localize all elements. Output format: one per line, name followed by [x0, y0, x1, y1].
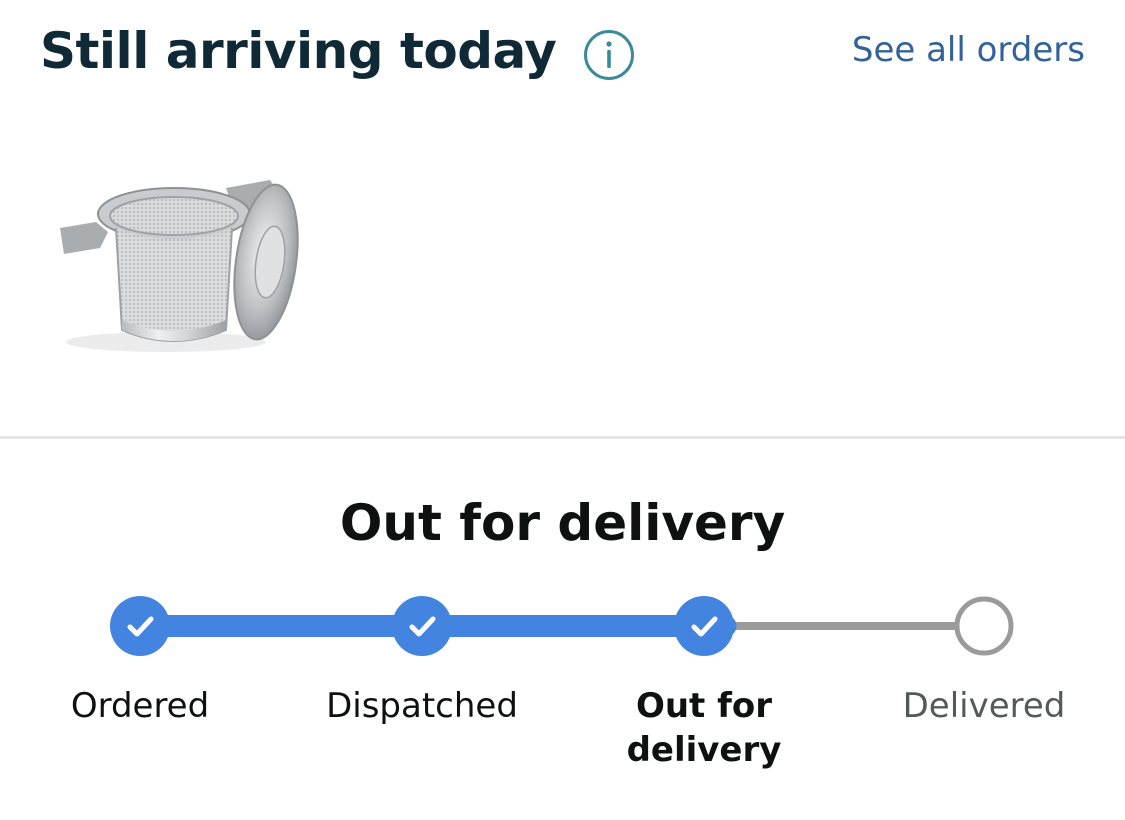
- delivery-status-title: Out for delivery: [339, 494, 786, 552]
- pending-step-circle: [954, 596, 1014, 656]
- see-all-orders-link[interactable]: See all orders: [852, 28, 1085, 72]
- step-label-delivered: Delivered: [902, 686, 1066, 726]
- progress-step-0: [110, 596, 170, 656]
- header: Still arriving today See all orders: [0, 0, 1125, 100]
- completed-step-circle: [392, 596, 452, 656]
- page-title: Still arriving today: [40, 22, 557, 80]
- progress-step-2: [674, 596, 734, 656]
- completed-step-circle: [674, 596, 734, 656]
- step-label-ordered: Ordered: [70, 686, 210, 726]
- section-divider: [0, 436, 1125, 439]
- step-label-dispatched: Dispatched: [326, 686, 518, 726]
- tea-infuser-icon: [60, 180, 299, 352]
- step-label-out-for-delivery: Out for delivery: [626, 686, 782, 770]
- progress-step-1: [392, 596, 452, 656]
- info-icon[interactable]: [583, 29, 635, 81]
- completed-step-circle: [110, 596, 170, 656]
- progress-step-3: [954, 596, 1014, 656]
- product-image[interactable]: [56, 170, 306, 360]
- progress-tracker: [110, 596, 1014, 656]
